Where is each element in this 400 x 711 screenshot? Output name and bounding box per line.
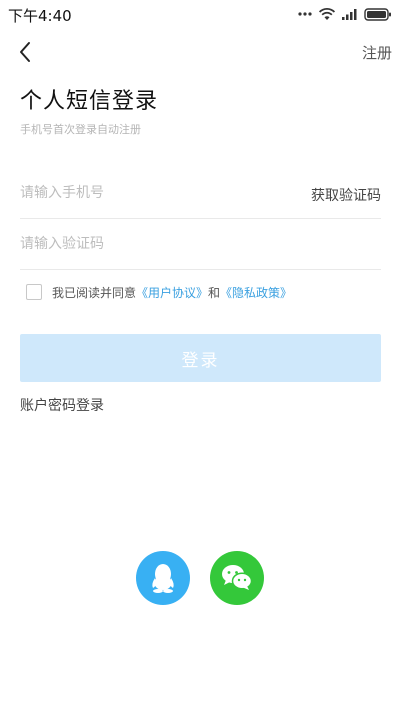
more-dots-icon [298, 12, 312, 16]
signal-icon [342, 9, 357, 20]
phone-input[interactable] [20, 168, 270, 218]
code-field [20, 219, 381, 270]
qq-login-button[interactable] [136, 551, 190, 605]
page-subtitle: 手机号首次登录自动注册 [20, 123, 141, 136]
page-title: 个人短信登录 [20, 89, 159, 114]
agreement-checkbox[interactable] [26, 284, 42, 300]
phone-field: 获取验证码 [20, 168, 381, 219]
login-button[interactable]: 登录 [20, 334, 381, 382]
wechat-icon [222, 565, 253, 590]
qq-penguin-icon [152, 564, 174, 593]
code-input[interactable] [20, 219, 270, 269]
wifi-icon [318, 8, 336, 20]
status-bar: 下午4:40 [0, 0, 400, 28]
social-login [0, 551, 400, 605]
back-button[interactable] [12, 38, 40, 66]
agreement-prefix: 我已阅读并同意 [52, 285, 137, 300]
chevron-left-icon [20, 42, 30, 62]
status-icons [298, 6, 392, 22]
user-agreement-link[interactable]: 《用户协议》 [136, 284, 208, 301]
battery-icon [364, 7, 391, 21]
agreement-row: 我已阅读并同意 《用户协议》 和 《隐私政策》 [26, 283, 292, 301]
agreement-and: 和 [208, 285, 221, 300]
nav-bar: 注册 [0, 34, 400, 70]
privacy-policy-link[interactable]: 《隐私政策》 [220, 284, 292, 301]
register-link[interactable]: 注册 [362, 42, 392, 63]
password-login-link[interactable]: 账户密码登录 [20, 395, 104, 415]
status-time: 下午4:40 [8, 7, 72, 25]
get-code-button[interactable]: 获取验证码 [311, 185, 381, 205]
wechat-login-button[interactable] [210, 551, 264, 605]
